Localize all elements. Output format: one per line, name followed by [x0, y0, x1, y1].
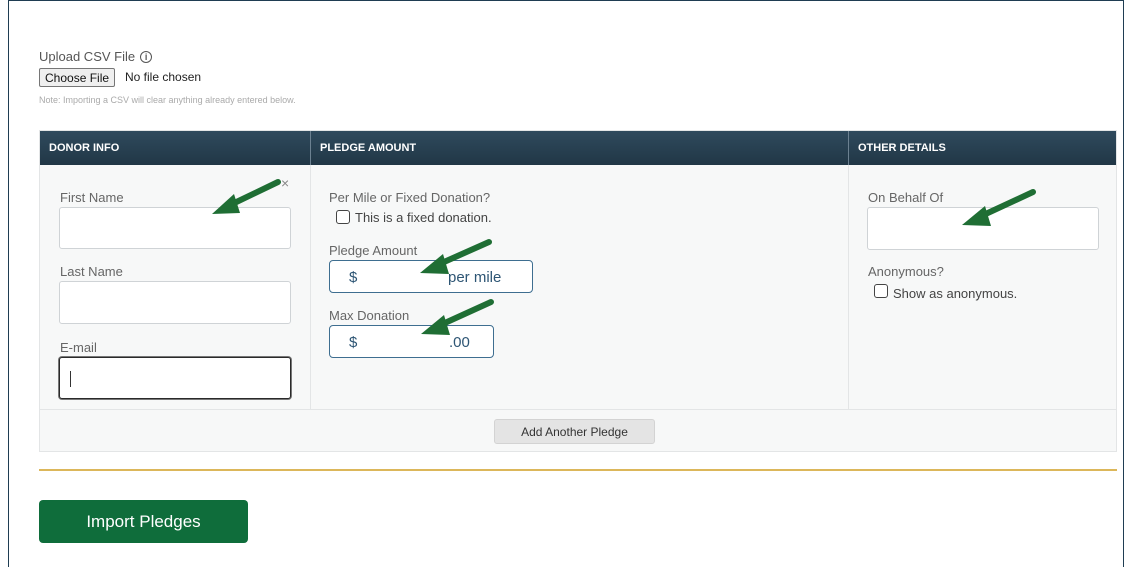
arrow-icon	[420, 239, 492, 274]
annotation-arrows	[212, 179, 1036, 335]
arrow-icon	[212, 179, 281, 214]
arrow-icon	[962, 189, 1036, 226]
arrow-icon	[421, 299, 494, 335]
